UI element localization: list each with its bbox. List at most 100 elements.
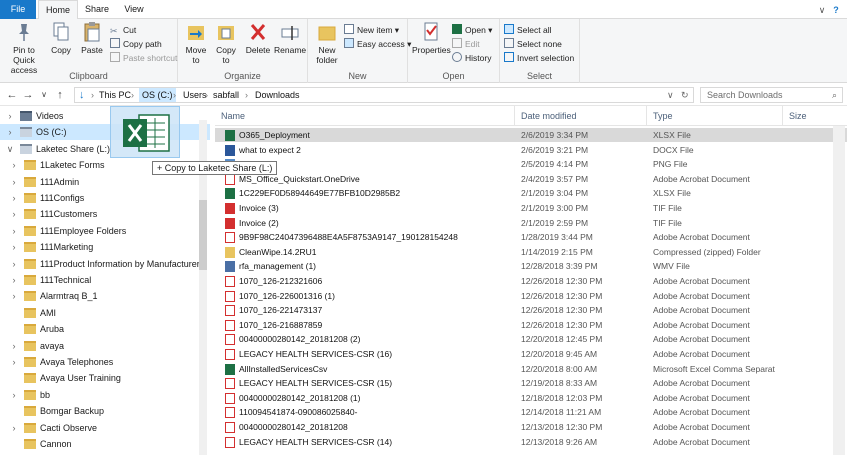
file-row[interactable]: LEGACY HEALTH SERVICES-CSR (15) 12/19/201…: [215, 376, 847, 390]
breadcrumb-os-c[interactable]: OS (C:): [139, 88, 176, 102]
expand-arrow-icon[interactable]: ›: [10, 174, 18, 190]
column-name[interactable]: Name: [215, 106, 515, 126]
nav-item[interactable]: › 111Customers: [0, 206, 210, 222]
breadcrumb-this-pc[interactable]: This PC: [99, 88, 131, 102]
file-row[interactable]: 2/5/2019 4:14 PM PNG File: [215, 157, 847, 171]
tab-home[interactable]: Home: [38, 0, 78, 20]
file-row[interactable]: MS_Office_Quickstart.OneDrive 2/4/2019 3:…: [215, 172, 847, 186]
expand-arrow-icon[interactable]: ›: [10, 272, 18, 288]
rename-button[interactable]: Rename: [274, 21, 306, 55]
file-row[interactable]: rfa_management (1) 12/28/2018 3:39 PM WMV …: [215, 259, 847, 273]
properties-button[interactable]: Properties: [412, 21, 451, 55]
expand-arrow-icon[interactable]: ›: [6, 108, 14, 124]
nav-scrollbar-thumb[interactable]: [199, 200, 207, 270]
file-row[interactable]: 1070_126-226001316 (1) 12/26/2018 12:30 P…: [215, 289, 847, 303]
open-button[interactable]: Open ▾: [452, 24, 492, 37]
edit-button[interactable]: Edit: [452, 38, 480, 51]
paste-shortcut-button[interactable]: Paste shortcut: [110, 52, 177, 65]
copy-button[interactable]: Copy: [48, 21, 74, 55]
file-row[interactable]: 110094541874-090086025840- 12/14/2018 11:…: [215, 405, 847, 419]
file-row[interactable]: 00400000280142_20181208 (1) 12/18/2018 12…: [215, 391, 847, 405]
nav-item[interactable]: › Alarmtraq B_1: [0, 288, 210, 304]
pin-to-quick-access-button[interactable]: Pin to Quick access: [2, 21, 46, 75]
file-row[interactable]: CleanWipe.14.2RU1 1/14/2019 2:15 PM Compre…: [215, 245, 847, 259]
up-arrow-icon[interactable]: ↑: [54, 88, 66, 102]
forward-arrow-icon[interactable]: →: [22, 88, 34, 102]
breadcrumb-user[interactable]: sabfall: [213, 88, 239, 102]
move-to-button[interactable]: Move to: [182, 21, 210, 65]
file-list-scrollbar[interactable]: [833, 126, 845, 456]
back-arrow-icon[interactable]: ←: [6, 88, 18, 102]
expand-arrow-icon[interactable]: ›: [10, 190, 18, 206]
nav-item[interactable]: › 111Technical: [0, 272, 210, 288]
nav-item[interactable]: › Cacti Observe: [0, 420, 210, 436]
nav-item[interactable]: › bb: [0, 387, 210, 403]
easy-access-button[interactable]: Easy access ▾: [344, 38, 411, 51]
delete-button[interactable]: Delete: [244, 21, 272, 55]
file-row[interactable]: LEGACY HEALTH SERVICES-CSR (16) 12/20/201…: [215, 347, 847, 361]
breadcrumb-users[interactable]: Users: [183, 88, 207, 102]
expand-arrow-icon[interactable]: ›: [10, 206, 18, 222]
new-item-button[interactable]: New item ▾: [344, 24, 399, 37]
file-row[interactable]: Invoice (3) 2/1/2019 3:00 PM TIF File: [215, 201, 847, 215]
nav-item[interactable]: › 111Employee Folders: [0, 223, 210, 239]
nav-item[interactable]: › 111Configs: [0, 190, 210, 206]
file-row[interactable]: what to expect 2 2/6/2019 3:21 PM DOCX Fil…: [215, 143, 847, 157]
nav-item[interactable]: Avaya User Training: [0, 370, 210, 386]
file-row[interactable]: 1C229EF0D58944649E77BFB10D2985B2 2/1/2019…: [215, 186, 847, 200]
nav-item[interactable]: › avaya: [0, 338, 210, 354]
select-none-button[interactable]: Select none: [504, 38, 562, 51]
refresh-icon[interactable]: ↻: [681, 88, 689, 102]
cut-button[interactable]: ✂ Cut: [110, 24, 136, 37]
file-row[interactable]: O365_Deployment 2/6/2019 3:34 PM XLSX File: [215, 128, 847, 143]
tab-view[interactable]: View: [116, 0, 152, 19]
help-icon[interactable]: ?: [831, 4, 841, 16]
file-row[interactable]: 1070_126-221473137 12/26/2018 12:30 PM Ado…: [215, 303, 847, 317]
nav-item[interactable]: Aruba: [0, 321, 210, 337]
nav-item[interactable]: Cannon: [0, 436, 210, 452]
column-size[interactable]: Size: [783, 106, 835, 126]
chevron-down-icon[interactable]: ∨: [817, 4, 827, 16]
expand-arrow-icon[interactable]: ›: [10, 338, 18, 354]
invert-selection-button[interactable]: Invert selection: [504, 52, 574, 65]
file-row[interactable]: 00400000280142_20181208 12/13/2018 12:30 …: [215, 420, 847, 434]
breadcrumb-downloads[interactable]: Downloads: [255, 88, 300, 102]
recent-locations-chevron-icon[interactable]: ∨: [38, 88, 50, 102]
nav-item[interactable]: AMI: [0, 305, 210, 321]
copy-to-button[interactable]: Copy to: [212, 21, 240, 65]
expand-down-icon[interactable]: ∨: [6, 141, 14, 157]
expand-arrow-icon[interactable]: ›: [6, 124, 14, 140]
expand-arrow-icon[interactable]: ›: [10, 288, 18, 304]
copy-path-button[interactable]: Copy path: [110, 38, 162, 51]
expand-arrow-icon[interactable]: ›: [10, 387, 18, 403]
expand-arrow-icon[interactable]: ›: [10, 239, 18, 255]
file-row[interactable]: LEGACY HEALTH SERVICES-CSR (14) 12/13/201…: [215, 435, 847, 449]
address-box[interactable]: ↓ › This PC › OS (C:) › Users › sabfall …: [74, 87, 694, 103]
file-row[interactable]: 1070_126-216887859 12/26/2018 12:30 PM Ado…: [215, 318, 847, 332]
file-row[interactable]: AllInstalledServicesCsv 12/20/2018 8:00 A…: [215, 362, 847, 376]
tab-file[interactable]: File: [0, 0, 36, 19]
nav-item[interactable]: Bomgar Backup: [0, 403, 210, 419]
file-row[interactable]: Invoice (2) 2/1/2019 2:59 PM TIF File: [215, 216, 847, 230]
expand-arrow-icon[interactable]: ›: [10, 223, 18, 239]
nav-item[interactable]: › 111Product Information by Manufacturer: [0, 256, 210, 272]
tab-share[interactable]: Share: [80, 0, 114, 19]
paste-button[interactable]: Paste: [78, 21, 106, 55]
file-row[interactable]: 00400000280142_20181208 (2) 12/20/2018 12…: [215, 332, 847, 346]
history-button[interactable]: History: [452, 52, 491, 65]
select-all-button[interactable]: Select all: [504, 24, 552, 37]
new-folder-button[interactable]: New folder: [312, 21, 342, 65]
nav-item[interactable]: › 111Marketing: [0, 239, 210, 255]
expand-arrow-icon[interactable]: ›: [10, 256, 18, 272]
file-row[interactable]: 9B9F98C24047396488E4A5F8753A9147_1901281…: [215, 230, 847, 244]
expand-arrow-icon[interactable]: ›: [10, 157, 18, 173]
search-input[interactable]: Search Downloads ⌕: [700, 87, 843, 103]
nav-item[interactable]: › 111Admin: [0, 174, 210, 190]
column-date-modified[interactable]: Date modified: [515, 106, 647, 126]
nav-item[interactable]: › Avaya Telephones: [0, 354, 210, 370]
expand-arrow-icon[interactable]: ›: [10, 354, 18, 370]
address-dropdown-chevron-icon[interactable]: ∨: [667, 88, 674, 102]
expand-arrow-icon[interactable]: ›: [10, 420, 18, 436]
file-row[interactable]: 1070_126-212321606 12/26/2018 12:30 PM Ado…: [215, 274, 847, 288]
column-type[interactable]: Type: [647, 106, 783, 126]
